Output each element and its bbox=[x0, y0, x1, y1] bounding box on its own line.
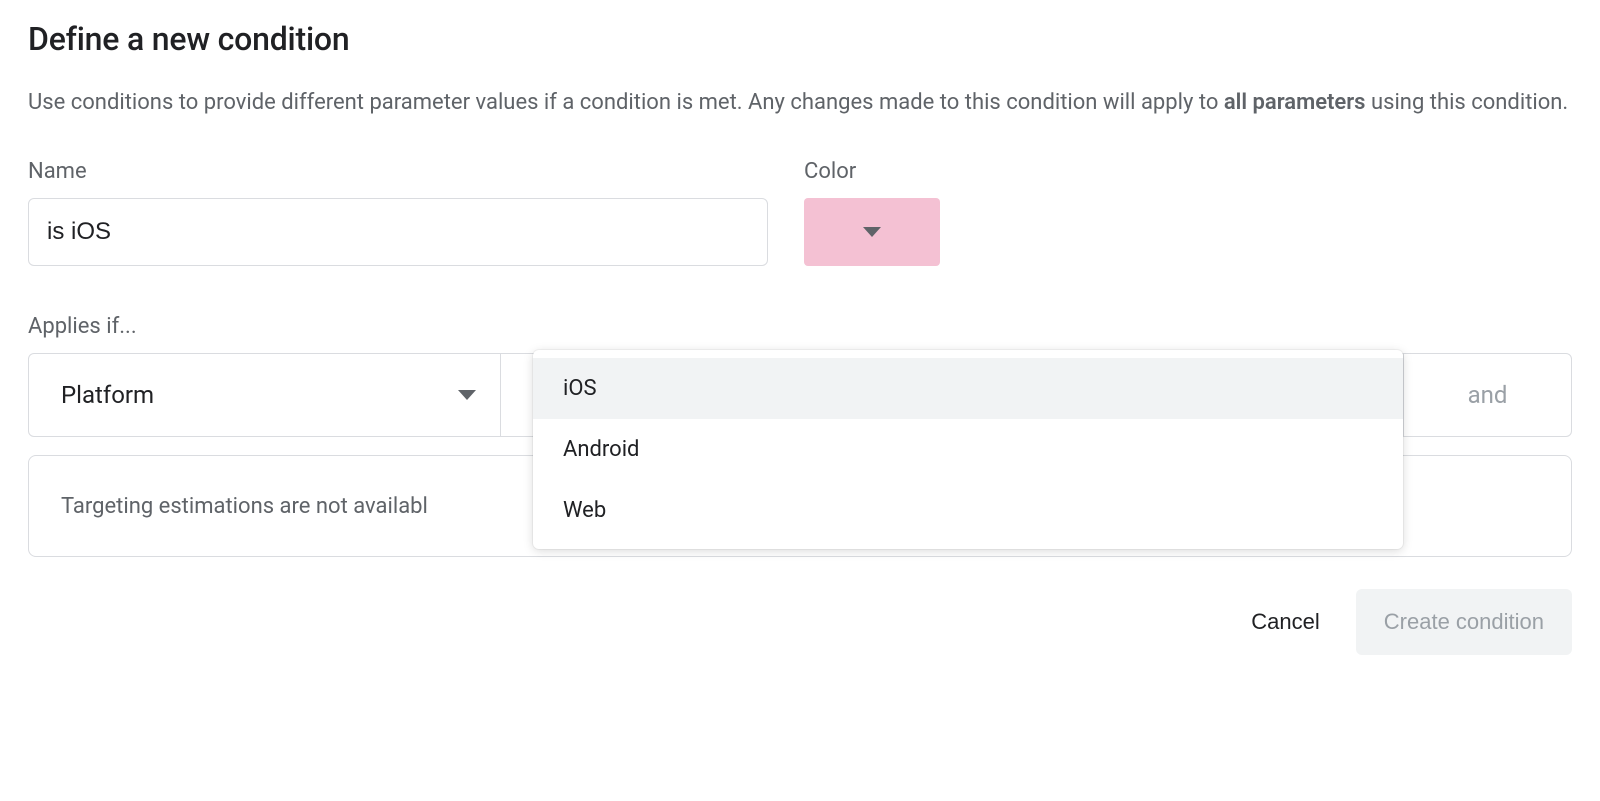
footer-buttons: Cancel Create condition bbox=[28, 589, 1572, 655]
dropdown-item-web[interactable]: Web bbox=[533, 480, 1403, 541]
description-bold: all parameters bbox=[1224, 90, 1366, 115]
description-suffix: using this condition. bbox=[1366, 90, 1569, 115]
create-condition-button[interactable]: Create condition bbox=[1356, 589, 1572, 655]
conditions-container: Platform and Targeting estimations are n… bbox=[28, 353, 1572, 557]
estimation-text: Targeting estimations are not availabl bbox=[61, 494, 428, 519]
page-title: Define a new condition bbox=[28, 20, 1572, 58]
name-input[interactable] bbox=[28, 198, 768, 266]
description-prefix: Use conditions to provide different para… bbox=[28, 90, 1224, 115]
dropdown-item-ios[interactable]: iOS bbox=[533, 358, 1403, 419]
name-group: Name bbox=[28, 159, 768, 266]
add-condition-and[interactable]: and bbox=[1403, 354, 1571, 436]
condition-description: Use conditions to provide different para… bbox=[28, 86, 1572, 119]
cancel-button[interactable]: Cancel bbox=[1243, 591, 1327, 653]
platform-dropdown-menu: iOS Android Web bbox=[533, 350, 1403, 549]
color-picker-button[interactable] bbox=[804, 198, 940, 266]
condition-type-select[interactable]: Platform bbox=[29, 354, 501, 436]
chevron-down-icon bbox=[863, 227, 881, 237]
condition-type-value: Platform bbox=[61, 381, 154, 409]
dropdown-item-android[interactable]: Android bbox=[533, 419, 1403, 480]
color-label: Color bbox=[804, 159, 940, 184]
color-group: Color bbox=[804, 159, 940, 266]
applies-if-label: Applies if... bbox=[28, 314, 1572, 339]
chevron-down-icon bbox=[458, 390, 476, 400]
name-label: Name bbox=[28, 159, 768, 184]
and-label: and bbox=[1468, 381, 1508, 409]
name-color-row: Name Color bbox=[28, 159, 1572, 266]
